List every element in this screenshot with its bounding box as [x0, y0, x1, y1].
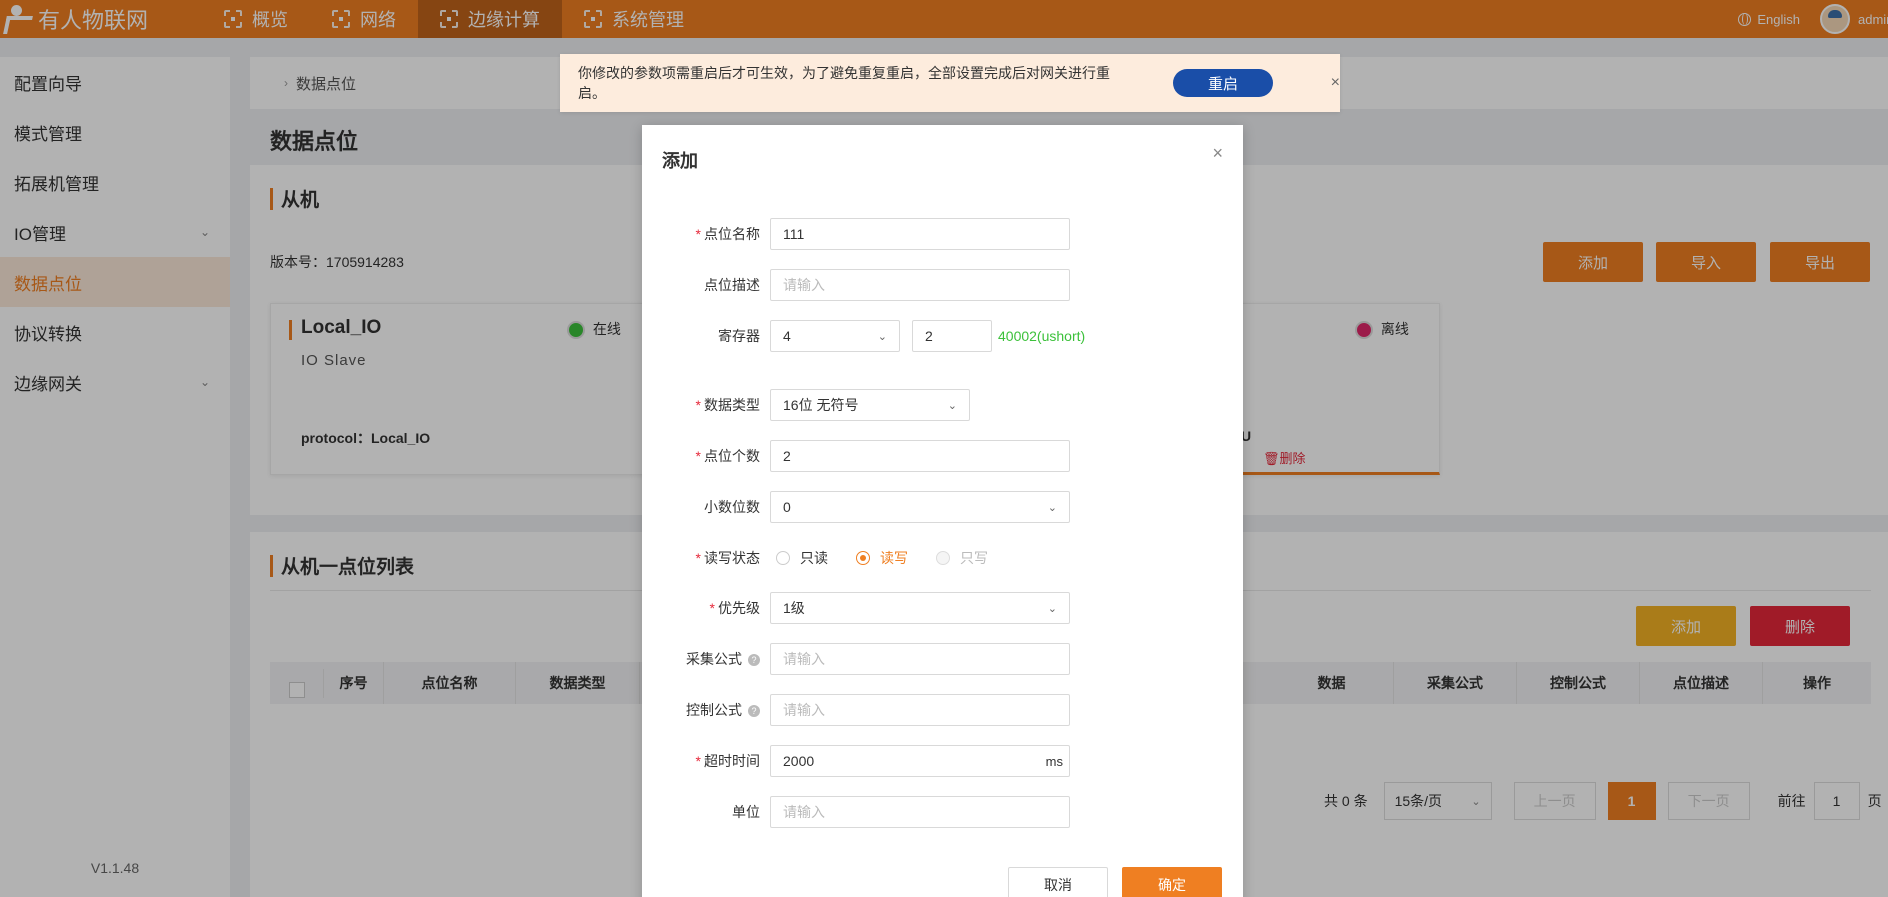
select-value: 0	[783, 499, 791, 515]
radio-circle	[856, 551, 870, 565]
required-mark: *	[695, 550, 701, 566]
chevron-down-icon: ⌄	[1047, 602, 1057, 615]
label-text: 读写状态	[704, 550, 760, 566]
label-text: 超时时间	[704, 753, 760, 769]
field-label: 点位描述	[704, 277, 760, 293]
field-label: 采集公式?	[642, 649, 770, 669]
radio-circle	[776, 551, 790, 565]
required-mark: *	[695, 448, 701, 464]
chevron-down-icon: ⌄	[877, 330, 887, 343]
restart-notice-text: 你修改的参数项需重启后才可生效，为了避免重复重启，全部设置完成后对网关进行重启。	[578, 65, 1110, 101]
control-formula-input[interactable]: 请输入	[770, 694, 1070, 726]
help-icon[interactable]: ?	[748, 654, 760, 667]
radio-label: 读写	[880, 550, 908, 566]
data-type-select[interactable]: 16位 无符号 ⌄	[770, 389, 970, 421]
restart-notice-banner: 你修改的参数项需重启后才可生效，为了避免重复重启，全部设置完成后对网关进行重启。…	[560, 54, 1340, 112]
field-label: * 数据类型	[642, 395, 770, 415]
radio-read-only[interactable]: 只读	[776, 548, 828, 568]
chevron-down-icon: ⌄	[947, 399, 957, 412]
radio-circle	[936, 551, 950, 565]
select-value: 16位 无符号	[783, 397, 859, 413]
collect-formula-input[interactable]: 请输入	[770, 643, 1070, 675]
timeout-unit: ms	[1045, 753, 1063, 769]
radio-label: 只读	[800, 550, 828, 566]
close-icon[interactable]: ×	[1331, 74, 1340, 92]
timeout-input[interactable]: 2000 ms	[770, 745, 1070, 777]
priority-select[interactable]: 1级 ⌄	[770, 592, 1070, 624]
required-mark: *	[695, 753, 701, 769]
field-label: 控制公式?	[642, 700, 770, 720]
label-text: 优先级	[718, 600, 760, 616]
field-label: 寄存器	[718, 328, 760, 344]
radio-read-write[interactable]: 读写	[856, 548, 908, 568]
help-icon[interactable]: ?	[748, 705, 760, 718]
confirm-button[interactable]: 确定	[1122, 867, 1222, 897]
form-row-count: * 点位个数 2	[642, 439, 1243, 473]
required-mark: *	[709, 600, 715, 616]
decimal-places-select[interactable]: 0 ⌄	[770, 491, 1070, 523]
radio-write-only: 只写	[936, 548, 988, 568]
point-count-input[interactable]: 2	[770, 440, 1070, 472]
required-mark: *	[695, 397, 701, 413]
label-text: 点位名称	[704, 226, 760, 242]
form-row-register: 寄存器 4 ⌄ 2 40002(ushort)	[642, 319, 1243, 353]
register-type-select[interactable]: 4 ⌄	[770, 320, 900, 352]
form-row-datatype: * 数据类型 16位 无符号 ⌄	[642, 388, 1243, 422]
chevron-down-icon: ⌄	[1047, 501, 1057, 514]
form-row-unit: 单位 请输入	[642, 795, 1243, 829]
label-text: 点位个数	[704, 448, 760, 464]
point-description-input[interactable]: 请输入	[770, 269, 1070, 301]
form-row-decimal: 小数位数 0 ⌄	[642, 490, 1243, 524]
form-row-rw-state: * 读写状态 只读 读写 只写	[642, 541, 1243, 575]
field-label: * 超时时间	[642, 751, 770, 771]
label-text: 控制公式	[686, 702, 742, 718]
select-value: 4	[783, 328, 791, 344]
close-icon[interactable]: ×	[1212, 143, 1223, 164]
field-label: 单位	[732, 804, 760, 820]
form-row-control-formula: 控制公式? 请输入	[642, 693, 1243, 727]
point-name-input[interactable]: 111	[770, 218, 1070, 250]
select-value: 1级	[783, 600, 805, 616]
register-address-input[interactable]: 2	[912, 320, 992, 352]
required-mark: *	[695, 226, 701, 242]
radio-label: 只写	[960, 550, 988, 566]
register-address-hint: 40002(ushort)	[998, 328, 1086, 344]
form-row-priority: * 优先级 1级 ⌄	[642, 591, 1243, 625]
form-row-timeout: * 超时时间 2000 ms	[642, 744, 1243, 778]
field-label: 小数位数	[704, 499, 760, 515]
timeout-value: 2000	[783, 753, 815, 769]
field-label: * 点位名称	[642, 224, 770, 244]
form-row-description: 点位描述 请输入	[642, 268, 1243, 302]
label-text: 采集公式	[686, 651, 742, 667]
field-label: * 点位个数	[642, 446, 770, 466]
field-label: * 优先级	[642, 598, 770, 618]
cancel-button[interactable]: 取消	[1008, 867, 1108, 897]
add-point-dialog: 添加 × * 点位名称 111 点位描述 请输入 寄存器 4 ⌄ 2 40002(…	[642, 125, 1243, 897]
form-row-name: * 点位名称 111	[642, 217, 1243, 251]
form-row-collect-formula: 采集公式? 请输入	[642, 642, 1243, 676]
label-text: 数据类型	[704, 397, 760, 413]
field-label: * 读写状态	[642, 548, 770, 568]
dialog-title: 添加	[662, 151, 698, 171]
unit-input[interactable]: 请输入	[770, 796, 1070, 828]
restart-button[interactable]: 重启	[1173, 69, 1273, 97]
